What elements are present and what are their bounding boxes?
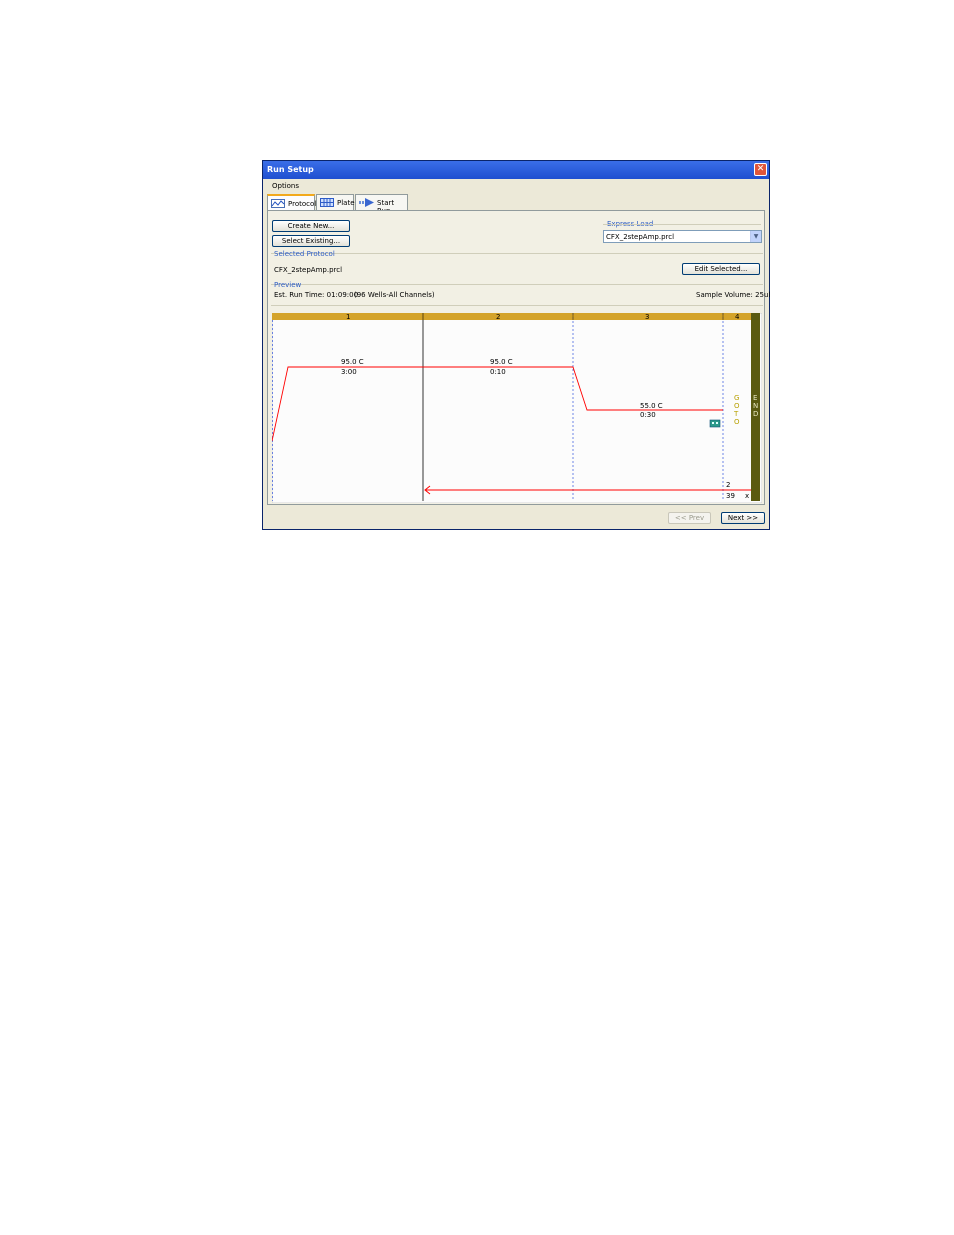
step-1-temp: 95.0 C xyxy=(341,358,364,366)
edit-selected-button[interactable]: Edit Selected... xyxy=(682,263,760,275)
end-letter-e: E xyxy=(753,394,757,402)
sample-volume: Sample Volume: 25ul xyxy=(696,291,771,299)
wells-channels: (96 Wells-All Channels) xyxy=(354,291,435,299)
next-button[interactable]: Next >> xyxy=(721,512,765,524)
step-number-4: 4 xyxy=(735,313,740,321)
step-3-time: 0:30 xyxy=(640,411,656,419)
step-number-2: 2 xyxy=(496,313,500,321)
menu-bar: Options xyxy=(263,179,769,193)
selected-protocol-divider xyxy=(271,253,763,254)
express-load-value: CFX_2stepAmp.prcl xyxy=(606,233,675,241)
protocol-graph-icon xyxy=(271,199,285,208)
footer-bar: << Prev Next >> xyxy=(263,508,769,529)
title-bar[interactable]: Run Setup ✕ xyxy=(263,161,769,179)
selected-protocol-label: Selected Protocol xyxy=(274,250,335,258)
start-run-arrow-icon xyxy=(359,198,374,207)
step-number-3: 3 xyxy=(645,313,649,321)
tab-plate-label: Plate xyxy=(337,199,355,207)
prev-button[interactable]: << Prev xyxy=(668,512,711,524)
create-new-button[interactable]: Create New... xyxy=(272,220,350,232)
express-load-group-line xyxy=(603,224,761,225)
repeat-suffix: x xyxy=(745,492,749,500)
tab-protocol[interactable]: Protocol xyxy=(267,194,317,211)
step-number-1: 1 xyxy=(346,313,350,321)
plate-read-camera-icon xyxy=(709,419,721,428)
protocol-graph: 1 2 3 4 95.0 C 3:00 95.0 C 0:10 55.0 C 0… xyxy=(272,313,762,503)
preview-label: Preview xyxy=(274,281,302,289)
tab-plate[interactable]: Plate xyxy=(316,194,355,210)
est-run-time: Est. Run Time: 01:09:00 xyxy=(274,291,359,299)
chevron-down-icon[interactable]: ▼ xyxy=(750,231,761,242)
end-letter-d: D xyxy=(753,410,758,418)
goto-step-number: 2 xyxy=(726,481,730,489)
step-header-bar xyxy=(272,313,751,320)
select-existing-button[interactable]: Select Existing... xyxy=(272,235,350,247)
step-3-temp: 55.0 C xyxy=(640,402,663,410)
step-2-temp: 95.0 C xyxy=(490,358,513,366)
tab-protocol-label: Protocol xyxy=(288,200,317,208)
plate-grid-icon xyxy=(320,198,334,207)
menu-options[interactable]: Options xyxy=(272,182,299,190)
plot-top-divider xyxy=(271,305,763,306)
goto-letter-o2: O xyxy=(734,418,740,426)
preview-divider xyxy=(271,284,763,285)
goto-letter-o1: O xyxy=(734,402,740,410)
goto-letter-g: G xyxy=(734,394,739,402)
step-2-time: 0:10 xyxy=(490,368,506,376)
selected-protocol-value: CFX_2stepAmp.prcl xyxy=(274,266,343,274)
close-icon[interactable]: ✕ xyxy=(754,163,767,176)
window-title: Run Setup xyxy=(267,165,314,174)
repeat-count: 39 xyxy=(726,492,735,500)
step-1-time: 3:00 xyxy=(341,368,357,376)
goto-letter-t: T xyxy=(733,410,739,418)
express-load-select[interactable]: CFX_2stepAmp.prcl ▼ xyxy=(603,230,762,243)
tab-start-run[interactable]: Start Run xyxy=(355,194,408,215)
end-letter-n: N xyxy=(753,402,758,410)
